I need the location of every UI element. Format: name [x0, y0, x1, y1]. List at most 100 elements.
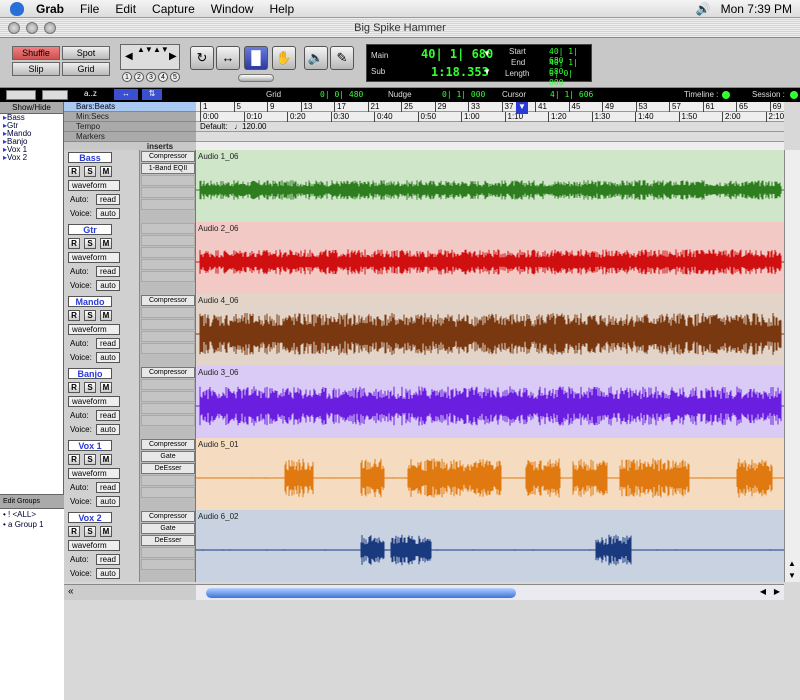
insert-slot-empty[interactable] [141, 175, 195, 186]
slip-mode-button[interactable]: Slip [12, 62, 60, 76]
insert-slot[interactable]: Compressor [141, 511, 195, 522]
sub-counter-dropdown-icon[interactable]: ▼ [483, 67, 491, 76]
window-titlebar[interactable]: Big Spike Hammer [0, 18, 800, 38]
record-enable-button[interactable]: R [68, 310, 80, 321]
menu-file[interactable]: File [72, 2, 107, 16]
scroll-left-icon[interactable]: ◀ [760, 587, 766, 596]
track-view-button[interactable]: waveform [68, 540, 120, 551]
automation-mode-button[interactable]: read [96, 410, 120, 421]
track-view-selector[interactable] [6, 90, 36, 100]
voice-select-button[interactable]: auto [96, 496, 120, 507]
insert-slot[interactable]: DeEsser [141, 463, 195, 474]
audio-clip[interactable]: Audio 5_01 [196, 438, 784, 510]
close-window-icon[interactable] [8, 22, 20, 34]
menu-edit[interactable]: Edit [107, 2, 144, 16]
insert-slot-empty[interactable] [141, 547, 195, 558]
mute-button[interactable]: M [100, 166, 112, 177]
track-name[interactable]: Bass [68, 152, 112, 163]
edit-group-item[interactable]: • a Group 1 [0, 521, 64, 529]
edit-group-item[interactable]: • ! <ALL> [0, 511, 64, 519]
timeline-rulers[interactable]: 1 5 9 13 17 21 25 29 33 37 41 45 49 53 57 61 65 69 0:00 0:… [196, 102, 784, 150]
track-name[interactable]: Mando [68, 296, 112, 307]
insert-slot-empty[interactable] [141, 199, 195, 210]
insert-slot[interactable]: Gate [141, 451, 195, 462]
insert-slot-empty[interactable] [141, 343, 195, 354]
automation-mode-button[interactable]: read [96, 266, 120, 277]
ruler-min-secs[interactable]: Min:Secs [64, 112, 196, 122]
track-view-button[interactable]: waveform [68, 468, 120, 479]
insert-slot-empty[interactable] [141, 187, 195, 198]
automation-mode-button[interactable]: read [96, 194, 120, 205]
solo-button[interactable]: S [84, 166, 96, 177]
zoom-arrows[interactable]: ◀ ▲▼ ▲▼ ▶ [120, 44, 180, 70]
voice-select-button[interactable]: auto [96, 208, 120, 219]
tempo-value[interactable]: 120.00 [242, 122, 266, 131]
insert-slot-empty[interactable] [141, 415, 195, 426]
nudge-value[interactable]: 0| 1| 000 [442, 90, 485, 99]
show-hide-track-item[interactable]: ▸Vox 2 [0, 154, 63, 162]
insert-slot-empty[interactable] [141, 259, 195, 270]
mute-button[interactable]: M [100, 238, 112, 249]
track-view-button[interactable]: waveform [68, 252, 120, 263]
insert-slot-empty[interactable] [141, 475, 195, 486]
voice-select-button[interactable]: auto [96, 280, 120, 291]
smart-tool-bar[interactable] [238, 74, 274, 82]
track-view-button[interactable]: waveform [68, 324, 120, 335]
audio-clip[interactable]: Audio 6_02 [196, 510, 784, 582]
horizontal-scrollbar[interactable]: ◀ ▶ [196, 584, 784, 600]
solo-button[interactable]: S [84, 310, 96, 321]
automation-mode-button[interactable]: read [96, 554, 120, 565]
insert-slot[interactable]: Compressor [141, 151, 195, 162]
track-name[interactable]: Vox 2 [68, 512, 112, 523]
trim-tool-icon[interactable]: ↔ [216, 46, 240, 70]
insert-slot[interactable]: Compressor [141, 367, 195, 378]
solo-button[interactable]: S [84, 526, 96, 537]
audio-clip[interactable]: Audio 3_06 [196, 366, 784, 438]
scroll-down-icon[interactable]: ▼ [788, 571, 796, 580]
insert-slot-empty[interactable] [141, 559, 195, 570]
grid-value[interactable]: 0| 0| 480 [320, 90, 363, 99]
menu-window[interactable]: Window [203, 2, 262, 16]
horizontal-scroll-thumb[interactable] [206, 588, 516, 598]
insert-slot-empty[interactable] [141, 235, 195, 246]
clock[interactable]: Mon 7:39 PM [721, 2, 792, 16]
scroll-right-icon[interactable]: ▶ [774, 587, 780, 596]
volume-icon[interactable]: 🔊 [696, 2, 711, 16]
apple-menu-icon[interactable] [10, 1, 24, 16]
insert-slot[interactable]: DeEsser [141, 535, 195, 546]
record-enable-button[interactable]: R [68, 526, 80, 537]
scroll-up-icon[interactable]: ▲ [788, 559, 796, 568]
insert-slot[interactable]: Gate [141, 523, 195, 534]
record-enable-button[interactable]: R [68, 166, 80, 177]
track-name[interactable]: Banjo [68, 368, 112, 379]
menu-capture[interactable]: Capture [144, 2, 203, 16]
grabber-hand-tool-icon[interactable]: ✋ [272, 46, 296, 70]
grid-mode-button[interactable]: Grid [62, 62, 110, 76]
audio-clip[interactable]: Audio 1_06 [196, 150, 784, 222]
record-enable-button[interactable]: R [68, 454, 80, 465]
audio-clip[interactable]: Audio 4_06 [196, 294, 784, 366]
voice-select-button[interactable]: auto [96, 352, 120, 363]
automation-mode-button[interactable]: read [96, 338, 120, 349]
voice-select-button[interactable]: auto [96, 568, 120, 579]
insert-slot-empty[interactable] [141, 307, 195, 318]
edit-groups-header[interactable]: Edit Groups [0, 495, 64, 509]
main-counter-dropdown-icon[interactable]: ▼ [483, 49, 491, 58]
insert-slot[interactable]: 1-Band EQII [141, 163, 195, 174]
ruler-markers[interactable]: Markers [64, 132, 196, 142]
markers-ruler[interactable] [196, 132, 784, 142]
min-secs-ruler[interactable]: 0:00 0:10 0:20 0:30 0:40 0:50 1:00 1:10 1:20 1:30… [196, 112, 784, 122]
voice-select-button[interactable]: auto [96, 424, 120, 435]
mute-button[interactable]: M [100, 454, 112, 465]
record-enable-button[interactable]: R [68, 382, 80, 393]
insert-slot[interactable]: Compressor [141, 295, 195, 306]
solo-button[interactable]: S [84, 454, 96, 465]
sub-counter-value[interactable]: 1:18.353 [431, 65, 489, 79]
insert-slot-empty[interactable] [141, 331, 195, 342]
link-edit-icon[interactable]: ⇅ [142, 89, 162, 100]
scrubber-speaker-tool-icon[interactable]: 🔈 [304, 46, 328, 70]
track-height-selector[interactable] [42, 90, 68, 100]
sort-label[interactable]: a..z [84, 89, 97, 98]
menu-help[interactable]: Help [261, 2, 302, 16]
zoom-preset-4[interactable]: 4 [158, 72, 168, 82]
